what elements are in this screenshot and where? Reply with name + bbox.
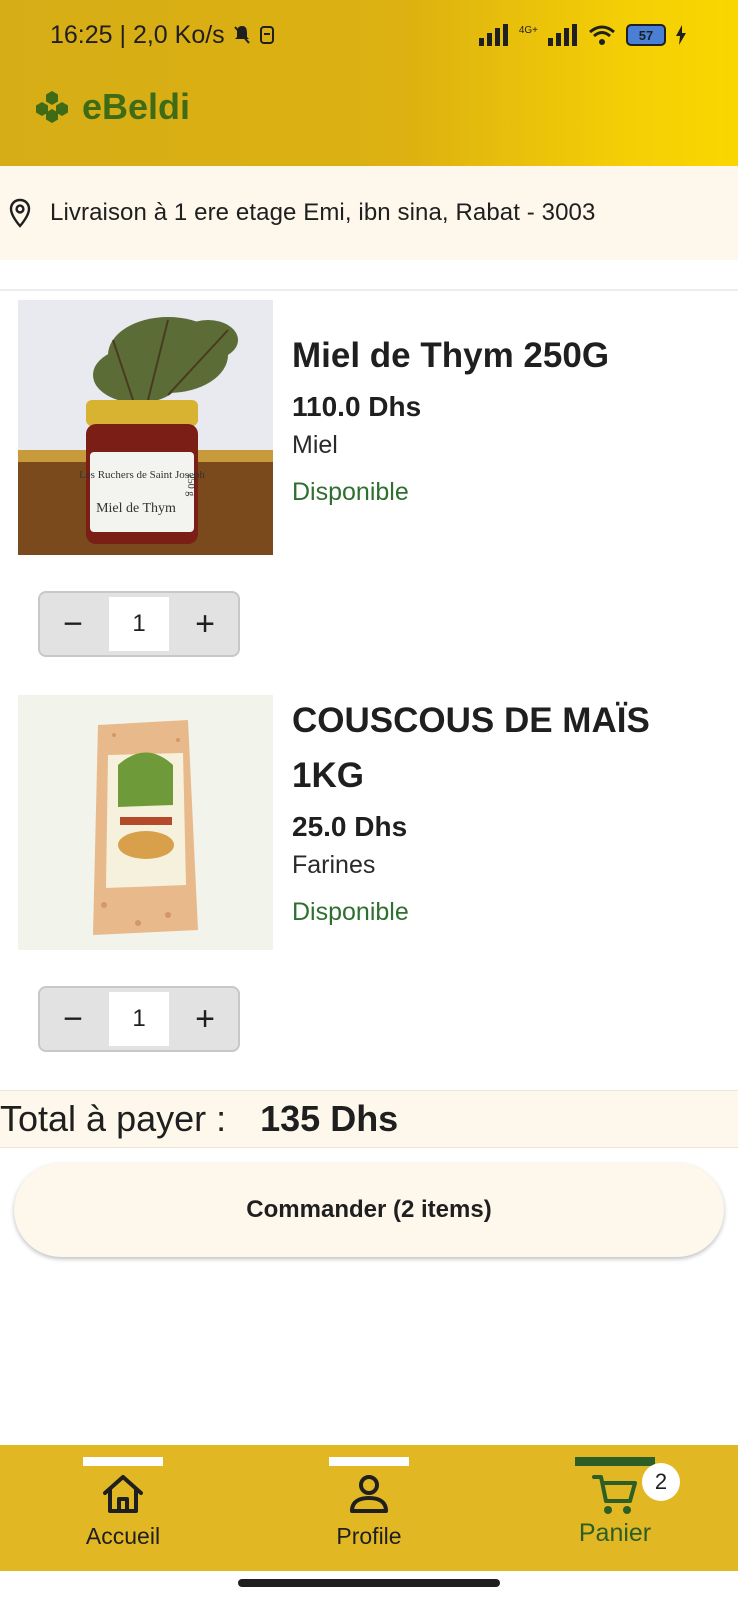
nav-indicator bbox=[83, 1457, 163, 1466]
jar-label-product: Miel de Thym bbox=[96, 501, 176, 516]
app-header: 16:25 | 2,0 Ko/s 4G+ 57 eBeldi bbox=[0, 0, 738, 166]
status-bar: 16:25 | 2,0 Ko/s 4G+ 57 bbox=[0, 0, 738, 70]
product-price: 25.0 Dhs bbox=[292, 811, 408, 842]
signal-icon bbox=[478, 24, 508, 46]
status-time-speed: 16:25 | 2,0 Ko/s bbox=[50, 20, 225, 49]
product-name[interactable]: Miel de Thym 250G bbox=[292, 328, 609, 383]
signal-icon-2 bbox=[548, 24, 577, 46]
quantity-value: 1 bbox=[109, 597, 169, 651]
home-icon bbox=[103, 1475, 143, 1513]
nav-label: Panier bbox=[578, 1519, 652, 1547]
product-category: Miel bbox=[292, 431, 338, 459]
network-type: 4G+ bbox=[518, 24, 538, 36]
increase-quantity-button[interactable]: + bbox=[172, 593, 238, 655]
decrease-quantity-button[interactable]: − bbox=[40, 593, 106, 655]
nav-item-accueil[interactable]: Accueil bbox=[0, 1445, 246, 1571]
hexagon-logo-icon bbox=[36, 91, 68, 123]
jar-label-weight: 250 g bbox=[185, 474, 196, 497]
honey-jar-illustration: Les Ruchers de Saint Joseph Miel de Thym… bbox=[18, 300, 273, 555]
charging-icon bbox=[676, 25, 686, 45]
total-label: Total à payer : bbox=[0, 1098, 227, 1139]
app-name: eBeldi bbox=[82, 86, 191, 127]
cart-icon bbox=[592, 1475, 637, 1514]
product-category: Farines bbox=[292, 851, 376, 879]
nav-item-panier[interactable]: 2 Panier bbox=[492, 1445, 738, 1571]
battery-level: 57 bbox=[638, 27, 654, 43]
quantity-stepper: − 1 + bbox=[38, 591, 240, 657]
couscous-bag-illustration bbox=[18, 695, 273, 950]
nav-indicator-active bbox=[575, 1457, 655, 1466]
product-info: Miel de Thym 250G 110.0 Dhs Miel Disponi… bbox=[292, 328, 609, 507]
product-name[interactable]: COUSCOUS DE MAÏS 1KG bbox=[292, 693, 692, 803]
decrease-quantity-button[interactable]: − bbox=[40, 988, 106, 1050]
total-bar: Total à payer : 135 Dhs bbox=[0, 1090, 738, 1148]
product-price: 110.0 Dhs bbox=[292, 391, 422, 422]
nav-label: Accueil bbox=[85, 1523, 161, 1549]
bell-off-icon bbox=[233, 26, 250, 44]
home-indicator[interactable] bbox=[238, 1579, 500, 1587]
quantity-stepper: − 1 + bbox=[38, 986, 240, 1052]
increase-quantity-button[interactable]: + bbox=[172, 988, 238, 1050]
nav-item-profile[interactable]: Profile bbox=[246, 1445, 492, 1571]
divider bbox=[0, 289, 738, 291]
location-pin-icon bbox=[9, 198, 31, 228]
battery-icon: 57 bbox=[626, 24, 666, 46]
product-image-couscous[interactable] bbox=[18, 695, 273, 950]
product-availability: Disponible bbox=[292, 898, 409, 926]
product-info: COUSCOUS DE MAÏS 1KG 25.0 Dhs Farines Di… bbox=[292, 693, 692, 927]
product-availability: Disponible bbox=[292, 478, 409, 506]
quantity-value: 1 bbox=[109, 992, 169, 1046]
total-value: 135 Dhs bbox=[260, 1098, 399, 1139]
wifi-icon bbox=[589, 25, 615, 45]
delivery-address: Livraison à 1 ere etage Emi, ibn sina, R… bbox=[50, 199, 596, 226]
bottom-navigation: Accueil Profile 2 Panier bbox=[0, 1445, 738, 1571]
sync-icon bbox=[259, 26, 274, 44]
person-icon bbox=[350, 1475, 388, 1513]
delivery-address-bar[interactable]: Livraison à 1 ere etage Emi, ibn sina, R… bbox=[0, 166, 738, 260]
nav-label: Profile bbox=[336, 1523, 402, 1549]
cart-count-badge: 2 bbox=[642, 1463, 680, 1501]
product-image-honey[interactable]: Les Ruchers de Saint Joseph Miel de Thym… bbox=[18, 300, 273, 555]
brand: eBeldi bbox=[34, 86, 190, 128]
order-button[interactable]: Commander (2 items) bbox=[14, 1163, 724, 1257]
nav-indicator bbox=[329, 1457, 409, 1466]
